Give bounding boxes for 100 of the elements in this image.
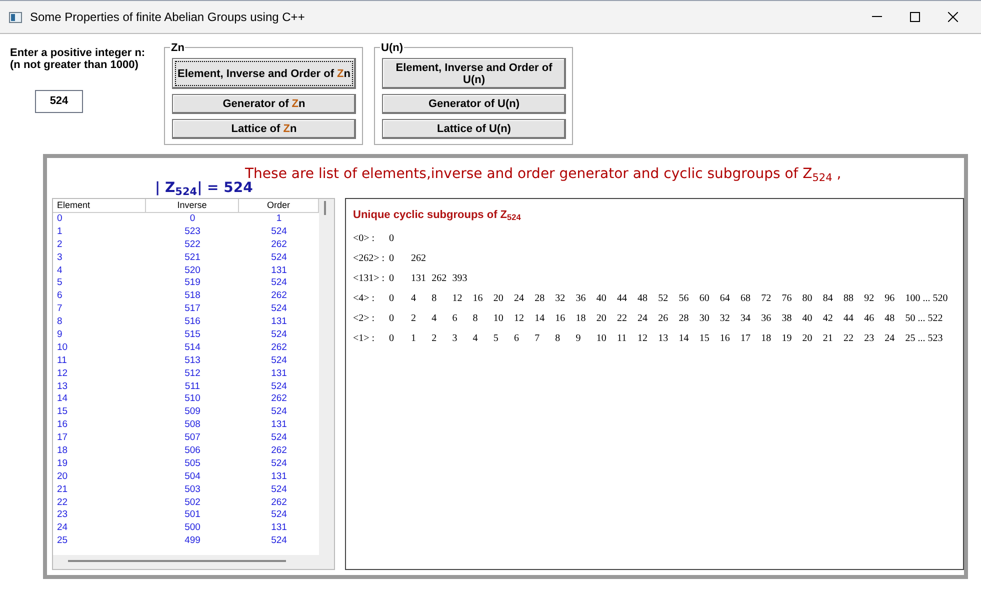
table-cell-text: 8 — [56, 316, 64, 330]
table-cell-text: 7 — [56, 303, 64, 316]
subgroup-element: 60 — [699, 292, 710, 306]
table-cell-text: 262 — [270, 496, 288, 510]
column-header[interactable]: Order — [239, 199, 319, 213]
subgroup-element: 92 — [864, 292, 876, 306]
table-cell-text: 524 — [270, 458, 288, 471]
table-cell-text: 262 — [270, 445, 288, 458]
table-cell-text: 12 — [56, 368, 69, 381]
subgroup-element: 0 — [389, 312, 395, 326]
subgroup-element: 36 — [576, 292, 587, 306]
table-cell-text: 521 — [184, 252, 202, 265]
action-button[interactable]: Generator of Zn — [172, 94, 356, 114]
table-cell-text: 518 — [184, 290, 202, 304]
table-cell-text: 262 — [270, 238, 288, 252]
table-cell-text: 524 — [270, 277, 288, 290]
table-cell-text: 514 — [184, 342, 202, 355]
subgroup-element: 64 — [720, 292, 731, 306]
table-cell-text: 13 — [56, 380, 69, 394]
subgroup-element: 88 — [843, 292, 854, 306]
table-cell-text: 15 — [56, 406, 69, 420]
table-cell-text: 9 — [56, 329, 64, 342]
table-cell-text: 262 — [270, 342, 288, 355]
table-cell-text: 20 — [56, 470, 69, 484]
table-cell-text: 511 — [184, 380, 202, 394]
window-title: Some Properties of finite Abelian Groups using C++ — [30, 9, 305, 26]
subgroup-element: 32 — [555, 292, 566, 306]
table-cell-text: 504 — [184, 470, 202, 484]
action-button[interactable]: Lattice of Zn — [172, 119, 356, 139]
number-input[interactable]: 524 — [35, 90, 83, 113]
subgroup-element: 72 — [761, 292, 772, 306]
subgroup-element: 4 — [472, 332, 479, 346]
table-cell-text: 509 — [184, 406, 202, 420]
subgroup-element: 19 — [782, 332, 793, 346]
subgroup-element: 20 — [493, 292, 504, 306]
subgroup-element: 12 — [452, 292, 464, 306]
table-cell-text: 17 — [56, 432, 69, 446]
table-cell-text: 131 — [270, 368, 288, 381]
subgroup-element: 4 — [411, 292, 417, 306]
table-cell-text: 501 — [184, 509, 202, 522]
table-cell-text: 131 — [270, 316, 288, 330]
table-cell-text: 510 — [184, 393, 202, 406]
subgroup-element: 40 — [596, 292, 608, 306]
table-cell-text: 131 — [270, 522, 288, 536]
subgroup-element: 28 — [678, 312, 690, 326]
table-cell-text: 524 — [270, 406, 288, 420]
subgroup-element: 20 — [596, 312, 608, 326]
subgroup-element: 34 — [740, 312, 752, 326]
subgroup-label: <0> : — [353, 232, 376, 246]
table-cell-text: 1 — [275, 213, 283, 226]
subgroup-element: 0 — [389, 232, 395, 246]
action-button[interactable]: Generator of U(n) — [382, 94, 566, 114]
subgroup-element: 28 — [534, 292, 546, 306]
action-button[interactable]: Element, Inverse and Order of U(n) — [382, 58, 566, 89]
table-cell-text: 524 — [270, 303, 288, 316]
table-cell-text: 0 — [188, 213, 196, 226]
subgroup-element: 22 — [843, 332, 854, 346]
subgroup-label: <4> : — [353, 292, 376, 306]
subgroup-element: 12 — [514, 312, 525, 326]
subgroup-element: 18 — [576, 312, 587, 326]
subgroup-element: 8 — [555, 332, 562, 346]
subgroup-element: 1 — [411, 332, 417, 346]
subgroup-element: 84 — [822, 292, 834, 306]
table-cell-text: 6 — [56, 290, 64, 304]
action-button[interactable]: Lattice of U(n) — [382, 119, 566, 139]
group-legend: U(n) — [380, 40, 404, 56]
subgroup-element: 7 — [534, 332, 541, 346]
subgroup-element: 22 — [616, 312, 628, 326]
table-cell-text: 524 — [270, 354, 288, 368]
table-cell-text: 505 — [184, 458, 202, 471]
table-cell-text: 19 — [56, 458, 69, 471]
column-header[interactable]: Element — [53, 199, 146, 213]
table-cell-text: 503 — [184, 484, 202, 497]
table-cell-text: 18 — [56, 445, 69, 458]
subgroup-element: 8 — [432, 292, 438, 306]
subgroup-element: 48 — [638, 292, 649, 306]
subgroup-element: 262 — [411, 252, 427, 266]
subgroup-element: 393 — [452, 272, 468, 286]
table-cell-text: 519 — [184, 277, 202, 290]
table-cell-text: 523 — [184, 226, 202, 239]
table-cell-text: 16 — [56, 419, 69, 432]
subgroup-element: 17 — [740, 332, 752, 346]
subgroup-element: 40 — [802, 312, 814, 326]
subgroup-label: <1> : — [353, 332, 376, 346]
subgroup-element: 2 — [432, 332, 438, 346]
table-cell-text: 2 — [56, 238, 64, 252]
action-button[interactable]: Element, Inverse and Order of Zn — [172, 58, 356, 89]
prompt-text: (n not greater than 1000) — [10, 59, 140, 71]
table-cell-text: 522 — [184, 238, 202, 252]
subgroup-element: 15 — [699, 332, 710, 346]
column-header[interactable]: Inverse — [146, 199, 239, 213]
table-cell-text: 513 — [184, 354, 202, 368]
subgroup-element: 8 — [472, 312, 479, 326]
subgroup-label: <2> : — [353, 312, 376, 326]
group-order-text: | Z$_{524}$| = 524 — [155, 179, 253, 199]
subgroup-element: 26 — [658, 312, 670, 326]
table-cell-text: 524 — [270, 380, 288, 394]
table-cell-text: 524 — [270, 432, 288, 446]
table-cell-text: 131 — [270, 470, 288, 484]
maximize-icon — [910, 12, 920, 22]
